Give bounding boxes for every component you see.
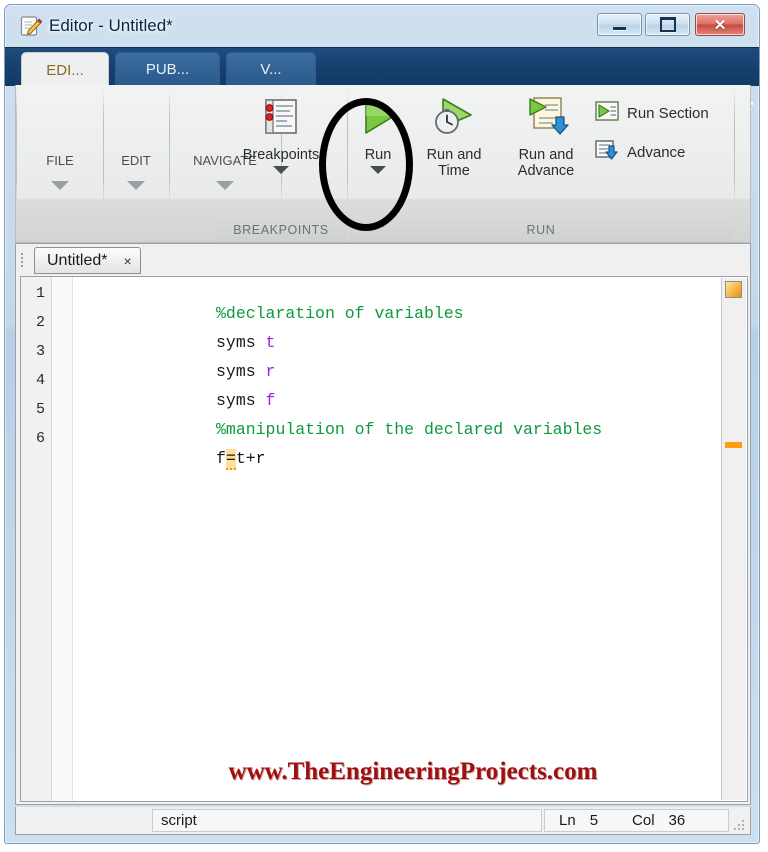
tab-view-label: V... <box>260 61 282 78</box>
chevron-down-icon <box>127 181 145 190</box>
run-and-advance-button[interactable]: Run and Advance <box>500 91 592 179</box>
status-bar: script Ln 5 Col 36 <box>15 807 751 835</box>
title-bar: Editor - Untitled* ✕ <box>5 5 759 47</box>
editor-document-pencil-icon <box>19 14 43 38</box>
chevron-down-icon[interactable] <box>370 166 386 174</box>
chevron-down-icon <box>51 181 69 190</box>
advance-icon <box>594 138 620 167</box>
watermark-text: www.TheEngineeringProjects.com <box>228 758 598 785</box>
tab-publish[interactable]: PUB... <box>115 52 220 86</box>
status-col-label: Col <box>632 812 655 829</box>
code-analyzer-warning-mark[interactable] <box>725 442 742 448</box>
ribbon-tab-strip: EDI... PUB... V... <box>5 47 759 126</box>
ribbon-group-file-label: FILE <box>46 153 74 168</box>
chevron-down-icon <box>216 181 234 190</box>
advance-label: Advance <box>627 144 686 161</box>
ribbon-group-breakpoints-footer: BREAKPOINTS <box>216 218 346 242</box>
run-and-time-button[interactable]: Run and Time <box>412 91 496 179</box>
breakpoints-icon <box>259 91 303 143</box>
run-and-advance-label: Run and Advance <box>517 147 575 179</box>
code-token-plain: t+r <box>235 449 266 468</box>
code-warning-highlight: = <box>225 449 236 470</box>
advance-button[interactable]: Advance <box>594 138 685 167</box>
run-green-triangle-icon <box>353 91 403 143</box>
line-number: 2 <box>35 314 45 331</box>
status-line-value: 5 <box>589 812 599 829</box>
tab-editor-label: EDI... <box>46 62 84 79</box>
status-col-value: 36 <box>668 812 686 829</box>
tab-view[interactable]: V... <box>226 52 316 86</box>
resize-grip-icon[interactable] <box>734 817 745 830</box>
code-token-plain: f <box>216 449 226 468</box>
line-number: 5 <box>35 401 45 418</box>
window-title: Editor - Untitled* <box>49 16 173 35</box>
breakpoints-button[interactable]: Breakpoints <box>216 91 346 174</box>
run-section-label: Run Section <box>627 105 709 122</box>
breakpoints-label: Breakpoints <box>242 147 320 163</box>
minimize-button[interactable] <box>597 13 642 36</box>
close-icon: ✕ <box>713 16 727 34</box>
ribbon-group-run-footer: RUN <box>349 218 733 242</box>
document-tab-label: Untitled* <box>47 251 108 269</box>
chevron-down-icon[interactable] <box>273 166 289 174</box>
close-icon[interactable]: × <box>123 253 131 269</box>
line-number: 1 <box>35 285 45 302</box>
ribbon-group-file[interactable]: FILE <box>17 85 103 217</box>
maximize-icon <box>646 14 689 35</box>
editor-window: Editor - Untitled* ✕ EDI... PUB... V... <box>4 4 760 844</box>
run-and-advance-icon <box>520 91 572 143</box>
run-button[interactable]: Run <box>349 91 407 174</box>
editor-panel: Untitled* × 1 2 3 4 5 6 %declaration of … <box>15 243 751 805</box>
run-and-time-label: Run and Time <box>426 147 482 179</box>
document-tab-bar: Untitled* × <box>16 244 750 276</box>
status-file-type: script <box>152 809 542 832</box>
status-line-label: Ln <box>559 812 576 829</box>
run-and-time-icon <box>429 91 479 143</box>
minimize-icon <box>598 14 641 35</box>
code-editor-area[interactable]: 1 2 3 4 5 6 %declaration of variables sy… <box>20 276 748 802</box>
ribbon-group-edit-label: EDIT <box>121 153 151 168</box>
run-label: Run <box>364 147 392 163</box>
code-line: f=t+r <box>117 430 266 487</box>
close-button[interactable]: ✕ <box>695 13 745 36</box>
code-analyzer-strip[interactable] <box>721 278 746 800</box>
breakpoint-gutter[interactable] <box>52 277 73 801</box>
line-number-gutter: 1 2 3 4 5 6 <box>21 277 52 801</box>
tab-editor[interactable]: EDI... <box>21 52 109 88</box>
document-tab-untitled[interactable]: Untitled* × <box>34 247 141 274</box>
line-number: 3 <box>35 343 45 360</box>
run-section-button[interactable]: Run Section <box>594 99 709 128</box>
line-number: 4 <box>35 372 45 389</box>
tab-publish-label: PUB... <box>145 61 190 78</box>
code-text[interactable]: %declaration of variables syms t syms r … <box>73 277 721 801</box>
run-section-icon <box>594 99 620 128</box>
maximize-button[interactable] <box>645 13 690 36</box>
ribbon-group-edit[interactable]: EDIT <box>104 85 168 217</box>
drag-grip-icon[interactable] <box>21 251 26 269</box>
code-token-comment: %manipulation of the declared variables <box>216 420 603 439</box>
line-number: 6 <box>35 430 45 447</box>
ribbon-body: FILE EDIT NAVIGATE Breakpoints BREAKPOIN… <box>15 85 751 243</box>
status-cursor-position: Ln 5 Col 36 <box>544 809 729 832</box>
code-analyzer-warning-icon[interactable] <box>725 281 742 298</box>
